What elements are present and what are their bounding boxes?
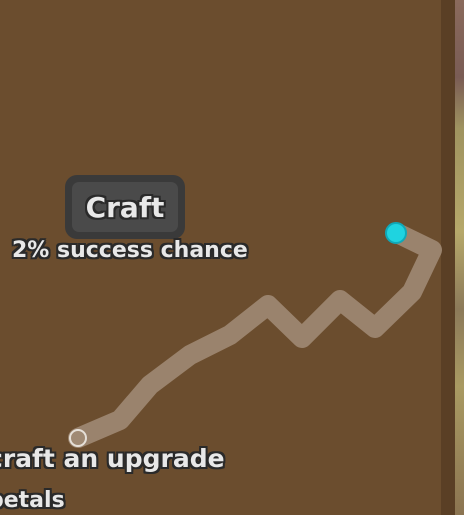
cyan-dot-cursor-icon [385, 222, 407, 244]
craft-button-label: Craft [85, 190, 165, 224]
craft-button-face[interactable]: Craft [72, 182, 178, 232]
craft-button[interactable]: Craft [65, 175, 185, 239]
craft-upgrade-hint: craft an upgrade [0, 444, 225, 473]
success-chance-text: 2% success chance [12, 238, 248, 263]
game-viewport: Craft 2% success chance craft an upgrade… [0, 0, 464, 515]
petals-hint: petals [0, 488, 65, 513]
mouse-trail-path [68, 223, 442, 448]
